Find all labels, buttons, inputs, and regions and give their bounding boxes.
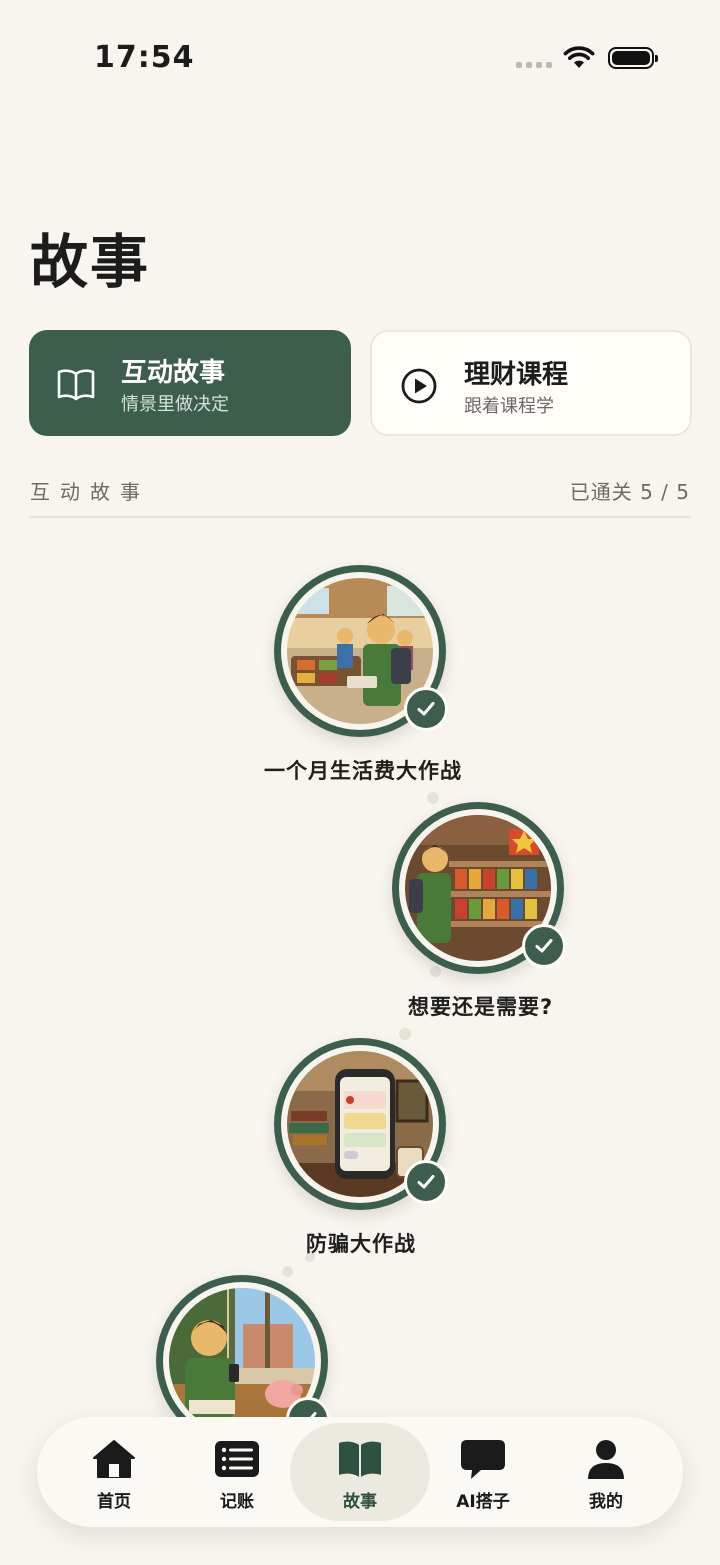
- chat-bubble-icon: [461, 1440, 505, 1479]
- status-time: 17:54: [94, 40, 195, 75]
- status-bar: 17:54: [0, 0, 720, 110]
- mode-title: 理财课程: [464, 360, 569, 390]
- battery-icon: [608, 47, 658, 69]
- tab-story[interactable]: 故事: [290, 1417, 430, 1527]
- wifi-icon: [563, 46, 595, 68]
- tab-bar: 首页 记账 故事 AI搭子 我的: [37, 1417, 683, 1527]
- story-node[interactable]: [274, 565, 448, 737]
- finance-course-tab[interactable]: 理财课程 跟着课程学: [370, 330, 692, 436]
- story-node[interactable]: [392, 802, 566, 974]
- list-icon: [215, 1441, 259, 1477]
- play-circle-icon: [401, 368, 437, 404]
- tab-profile[interactable]: 我的: [544, 1417, 668, 1527]
- progress-count: 5 / 5: [640, 480, 690, 504]
- mode-title: 互动故事: [121, 358, 226, 388]
- mode-subtitle: 情景里做决定: [121, 394, 229, 415]
- home-icon: [93, 1440, 135, 1478]
- tab-bookkeeping[interactable]: 记账: [175, 1417, 299, 1527]
- interactive-story-tab[interactable]: 互动故事 情景里做决定: [29, 330, 351, 436]
- progress-text: 已通关 5 / 5: [570, 476, 690, 505]
- divider: [29, 516, 691, 518]
- tab-label: AI搭子: [456, 1492, 510, 1512]
- section-label: 互动故事: [30, 480, 150, 504]
- story-title[interactable]: 一个月生活费大作战: [264, 755, 462, 785]
- user-icon: [588, 1440, 624, 1479]
- completed-check-icon: [404, 1160, 448, 1204]
- tab-ai-buddy[interactable]: AI搭子: [421, 1417, 545, 1527]
- tab-label: 记账: [220, 1492, 254, 1512]
- tab-label: 故事: [343, 1492, 377, 1512]
- completed-check-icon: [404, 687, 448, 731]
- progress-prefix: 已通关: [569, 480, 633, 504]
- cellular-signal-icon: [516, 62, 552, 70]
- tab-label: 我的: [589, 1492, 623, 1512]
- story-title[interactable]: 想要还是需要?: [408, 991, 553, 1021]
- completed-check-icon: [522, 924, 566, 968]
- book-open-icon: [57, 369, 95, 401]
- story-title[interactable]: 防骗大作战: [306, 1228, 416, 1258]
- page-title: 故事: [30, 228, 151, 296]
- tab-home[interactable]: 首页: [52, 1417, 176, 1527]
- mode-subtitle: 跟着课程学: [464, 396, 554, 417]
- tab-label: 首页: [97, 1492, 131, 1512]
- book-icon: [339, 1441, 381, 1477]
- story-node[interactable]: [274, 1038, 448, 1210]
